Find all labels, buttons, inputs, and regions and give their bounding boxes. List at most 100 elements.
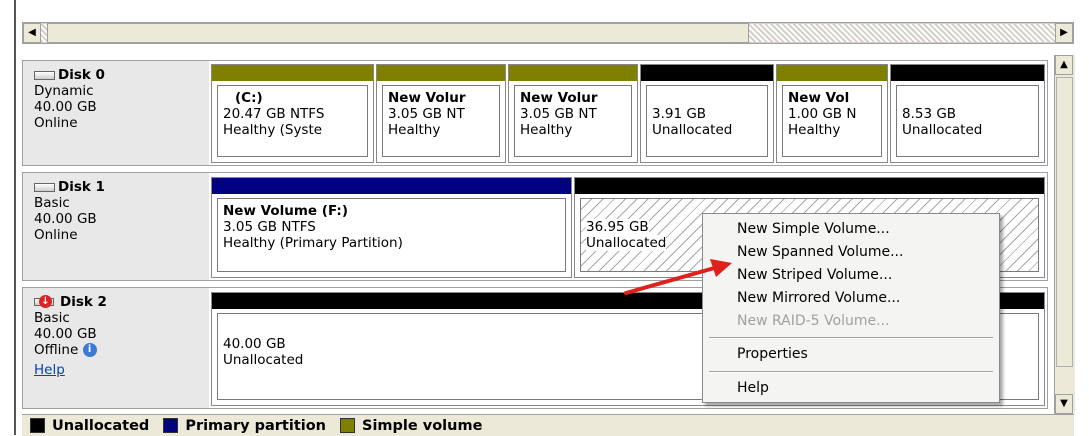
- legend-simple: Simple volume: [340, 418, 482, 434]
- disk-0-label[interactable]: Disk 0 Dynamic 40.00 GB Online: [23, 61, 209, 165]
- partition-size: 3.05 GB NT: [520, 106, 597, 122]
- partition-bar-unallocated: [641, 65, 773, 81]
- disk-2-name: ↓ Disk 2: [34, 294, 209, 310]
- partition-bar-primary: [212, 178, 571, 194]
- disk-1-name: Disk 1: [34, 179, 209, 195]
- scroll-up-button[interactable]: ▲: [1055, 55, 1073, 75]
- legend-label: Primary partition: [185, 417, 327, 434]
- disk-2-help-link[interactable]: Help: [34, 362, 65, 378]
- scroll-right-arrow-icon: ▶: [1060, 27, 1068, 38]
- partition-bar-unallocated: [891, 65, 1044, 81]
- partition-status: Healthy (Syste: [223, 122, 323, 138]
- scroll-down-arrow-icon: ▼: [1060, 398, 1068, 409]
- disk-0-size: 40.00 GB: [34, 99, 97, 115]
- simple-swatch-icon: [340, 418, 356, 433]
- disk-row-0[interactable]: Disk 0 Dynamic 40.00 GB Online (C:) 20.4…: [22, 60, 1048, 166]
- scroll-left-arrow-icon: ◀: [28, 27, 36, 38]
- partition-title: (C:): [235, 90, 263, 106]
- disk-1-type: Basic: [34, 195, 70, 211]
- partition-size: 1.00 GB N: [788, 106, 857, 122]
- vertical-scrollbar[interactable]: ▲ ▼: [1054, 55, 1075, 414]
- menu-item-help[interactable]: Help: [737, 377, 769, 399]
- disk-0-status: Online: [34, 115, 78, 131]
- context-menu: New Simple Volume... New Spanned Volume.…: [702, 213, 1000, 403]
- partition-bar-simple: [777, 65, 887, 81]
- partition-size: 3.91 GB: [652, 106, 707, 122]
- partition-info: New Volur 3.05 GB NT Healthy: [514, 85, 632, 157]
- offline-disk-icon: ↓: [34, 295, 58, 309]
- unallocated-swatch-icon: [30, 418, 45, 433]
- partition-new-vol[interactable]: New Vol 1.00 GB N Healthy: [776, 64, 888, 163]
- disk-2-type: Basic: [34, 310, 70, 326]
- menu-item-new-raid5-volume[interactable]: New RAID-5 Volume...: [737, 310, 889, 332]
- partition-info: 8.53 GB Unallocated: [896, 85, 1039, 157]
- partition-title: New Vol: [788, 90, 850, 106]
- partition-info: New Volume (F:) 3.05 GB NTFS Healthy (Pr…: [217, 198, 566, 272]
- partition-unallocated-1[interactable]: 3.91 GB Unallocated: [640, 64, 774, 163]
- partition-status: Healthy: [788, 122, 841, 138]
- partition-status: Healthy: [388, 122, 441, 138]
- partition-new-volume-1[interactable]: New Volur 3.05 GB NT Healthy: [376, 64, 506, 163]
- disk-2-status-line: Offline i: [34, 342, 209, 358]
- menu-item-new-striped-volume[interactable]: New Striped Volume...: [737, 264, 892, 286]
- partition-size: 8.53 GB: [902, 106, 957, 122]
- horizontal-scrollbar[interactable]: ◀ ▶: [22, 22, 1074, 44]
- disk-2-label[interactable]: ↓ Disk 2 Basic 40.00 GB Offline i Help: [23, 288, 209, 408]
- partition-size: 20.47 GB NTFS: [223, 106, 325, 122]
- info-icon[interactable]: i: [82, 343, 97, 357]
- disk-2-name-text: Disk 2: [60, 294, 107, 310]
- partition-size: 3.05 GB NT: [388, 106, 465, 122]
- disk-1-label[interactable]: Disk 1 Basic 40.00 GB Online: [23, 173, 209, 280]
- partition-title: New Volume (F:): [223, 203, 348, 219]
- menu-item-properties[interactable]: Properties: [737, 343, 808, 365]
- menu-separator: [709, 371, 993, 373]
- partition-status: Unallocated: [902, 122, 983, 138]
- menu-item-new-mirrored-volume[interactable]: New Mirrored Volume...: [737, 287, 900, 309]
- partition-status: Unallocated: [586, 235, 667, 251]
- disk-0-type: Dynamic: [34, 83, 94, 99]
- legend-label: Simple volume: [362, 417, 483, 434]
- partition-c-info: (C:) 20.47 GB NTFS Healthy (Syste: [217, 85, 368, 157]
- scroll-down-button[interactable]: ▼: [1055, 394, 1073, 414]
- legend-unallocated: Unallocated: [30, 418, 149, 434]
- partition-bar-simple: [377, 65, 505, 81]
- scroll-right-button[interactable]: ▶: [1055, 23, 1073, 43]
- disk-drive-icon: [34, 182, 55, 192]
- partition-info: 3.91 GB Unallocated: [646, 85, 768, 157]
- partition-size: 40.00 GB: [223, 336, 286, 352]
- disk-0-name-text: Disk 0: [58, 67, 105, 83]
- partition-status: Healthy (Primary Partition): [223, 235, 403, 251]
- menu-separator: [709, 337, 993, 339]
- annotation-arrow-icon: [624, 259, 732, 295]
- scroll-left-button[interactable]: ◀: [23, 23, 41, 43]
- partition-info: New Vol 1.00 GB N Healthy: [782, 85, 882, 157]
- partition-bar-simple: [509, 65, 637, 81]
- primary-swatch-icon: [163, 418, 179, 433]
- disk-0-name: Disk 0: [34, 67, 209, 83]
- partition-c[interactable]: (C:) 20.47 GB NTFS Healthy (Syste: [211, 64, 374, 163]
- legend-primary: Primary partition: [163, 418, 326, 434]
- menu-item-new-spanned-volume[interactable]: New Spanned Volume...: [737, 241, 903, 263]
- partition-title: New Volur: [520, 90, 598, 106]
- window-frame-edge: [14, 0, 16, 435]
- partition-info: New Volur 3.05 GB NT Healthy: [382, 85, 500, 157]
- partition-unallocated-2[interactable]: 8.53 GB Unallocated: [890, 64, 1045, 163]
- partition-new-volume-2[interactable]: New Volur 3.05 GB NT Healthy: [508, 64, 638, 163]
- disk-1-status: Online: [34, 227, 78, 243]
- partition-status: Unallocated: [223, 352, 304, 368]
- partition-status: Unallocated: [652, 122, 733, 138]
- disk-1-size: 40.00 GB: [34, 211, 97, 227]
- scroll-up-arrow-icon: ▲: [1060, 59, 1068, 70]
- partition-bar-unallocated: [575, 178, 1044, 194]
- vertical-scroll-thumb[interactable]: [1056, 77, 1073, 367]
- disk-1-name-text: Disk 1: [58, 179, 105, 195]
- partition-bar-simple: [212, 65, 373, 81]
- legend-bar: Unallocated Primary partition Simple vol…: [22, 414, 1074, 436]
- scroll-thumb[interactable]: [47, 23, 749, 43]
- partition-size: 3.05 GB NTFS: [223, 219, 316, 235]
- disk-2-status: Offline: [34, 342, 79, 358]
- menu-item-new-simple-volume[interactable]: New Simple Volume...: [737, 218, 890, 240]
- partition-size: 36.95 GB: [586, 219, 649, 235]
- partition-new-volume-f[interactable]: New Volume (F:) 3.05 GB NTFS Healthy (Pr…: [211, 177, 572, 278]
- partition-status: Healthy: [520, 122, 573, 138]
